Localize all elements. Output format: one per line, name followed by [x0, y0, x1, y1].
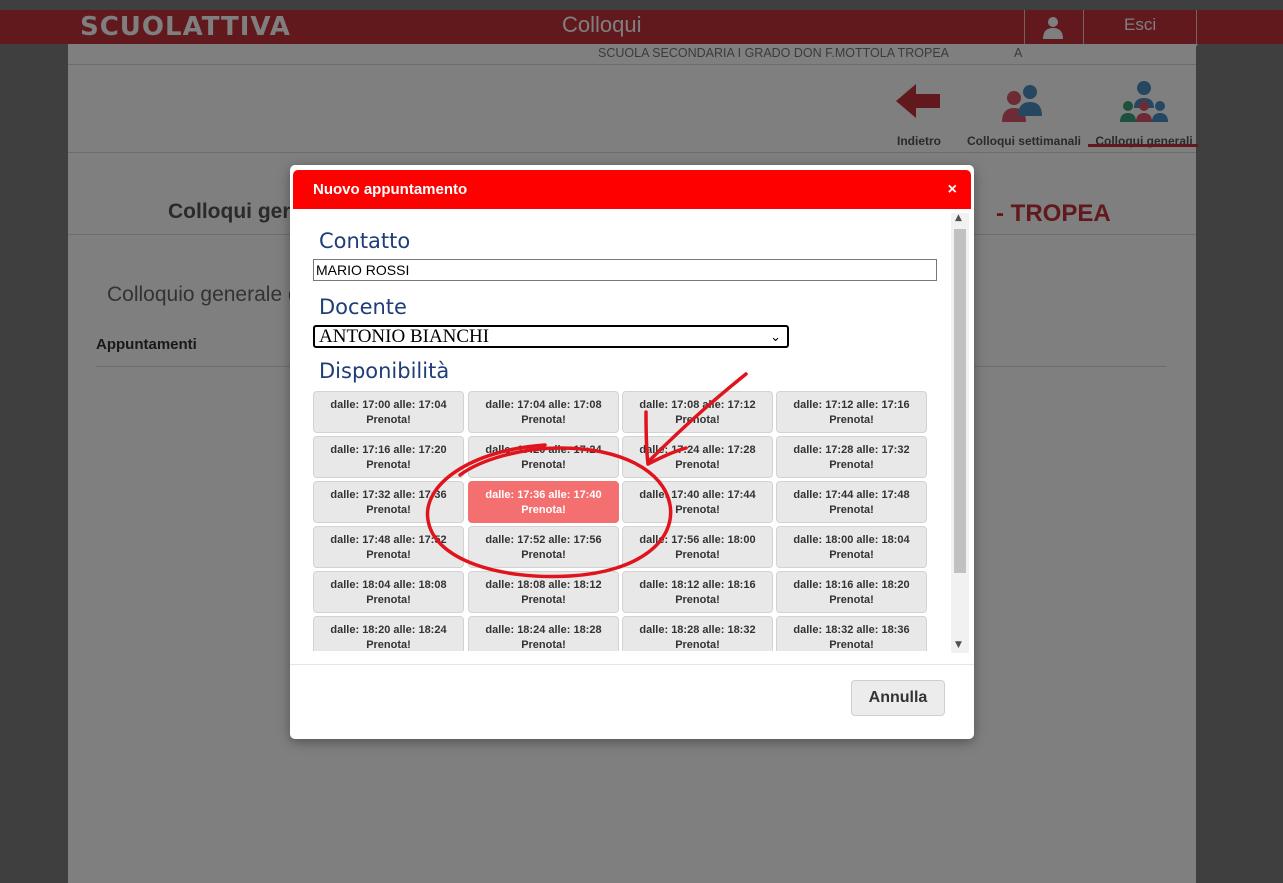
slot-time: dalle: 18:20 alle: 18:24	[330, 624, 447, 636]
slot-time: dalle: 17:44 alle: 17:48	[793, 489, 910, 501]
time-slot[interactable]: dalle: 17:20 alle: 17:24 Prenota!	[468, 436, 619, 478]
new-appointment-modal: Nuovo appuntamento × Contatto MARIO ROSS…	[290, 165, 974, 739]
teacher-select[interactable]: ANTONIO BIANCHI ⌄	[313, 325, 789, 348]
slot-book-label: Prenota!	[521, 639, 566, 651]
contact-field[interactable]: MARIO ROSSI	[313, 259, 937, 281]
slot-book-label: Prenota!	[829, 594, 874, 606]
time-slot[interactable]: dalle: 18:08 alle: 18:12 Prenota!	[468, 571, 619, 613]
slot-book-label: Prenota!	[366, 639, 411, 651]
slot-book-label: Prenota!	[521, 414, 566, 426]
slot-time: dalle: 17:00 alle: 17:04	[330, 399, 447, 411]
time-slot[interactable]: dalle: 17:04 alle: 17:08 Prenota!	[468, 391, 619, 433]
slot-book-label: Prenota!	[829, 504, 874, 516]
slot-book-label: Prenota!	[829, 549, 874, 561]
modal-title: Nuovo appuntamento	[313, 181, 468, 198]
slot-book-label: Prenota!	[366, 504, 411, 516]
time-slot[interactable]: dalle: 17:08 alle: 17:12 Prenota!	[622, 391, 773, 433]
time-slot[interactable]: dalle: 17:16 alle: 17:20 Prenota!	[313, 436, 464, 478]
time-slot[interactable]: dalle: 18:12 alle: 18:16 Prenota!	[622, 571, 773, 613]
time-slot[interactable]: dalle: 18:28 alle: 18:32 Prenota!	[622, 616, 773, 651]
time-slot[interactable]: dalle: 18:20 alle: 18:24 Prenota!	[313, 616, 464, 651]
time-slot[interactable]: dalle: 17:28 alle: 17:32 Prenota!	[776, 436, 927, 478]
slot-book-label: Prenota!	[366, 414, 411, 426]
chevron-down-icon: ⌄	[770, 330, 781, 345]
slot-book-label: Prenota!	[829, 639, 874, 651]
slot-time: dalle: 18:00 alle: 18:04	[793, 534, 910, 546]
time-slot[interactable]: dalle: 17:32 alle: 17:36 Prenota!	[313, 481, 464, 523]
scrollbar-thumb[interactable]	[954, 229, 966, 573]
slot-time: dalle: 17:08 alle: 17:12	[639, 399, 756, 411]
slot-time: dalle: 18:24 alle: 18:28	[485, 624, 602, 636]
slot-time: dalle: 17:12 alle: 17:16	[793, 399, 910, 411]
slot-book-label: Prenota!	[521, 504, 566, 516]
slot-book-label: Prenota!	[521, 549, 566, 561]
slot-time: dalle: 17:04 alle: 17:08	[485, 399, 602, 411]
slot-book-label: Prenota!	[675, 549, 720, 561]
slot-time: dalle: 17:24 alle: 17:28	[639, 444, 756, 456]
time-slot[interactable]: dalle: 18:00 alle: 18:04 Prenota!	[776, 526, 927, 568]
scroll-up-icon[interactable]: ▲	[955, 213, 962, 223]
slot-time: dalle: 17:56 alle: 18:00	[639, 534, 756, 546]
cancel-button[interactable]: Annulla	[851, 680, 945, 716]
slot-time: dalle: 17:48 alle: 17:52	[330, 534, 447, 546]
time-slot[interactable]: dalle: 17:12 alle: 17:16 Prenota!	[776, 391, 927, 433]
availability-label: Disponibilità	[319, 359, 450, 383]
time-slot[interactable]: dalle: 17:44 alle: 17:48 Prenota!	[776, 481, 927, 523]
time-slot[interactable]: dalle: 18:24 alle: 18:28 Prenota!	[468, 616, 619, 651]
slot-time: dalle: 18:28 alle: 18:32	[639, 624, 756, 636]
time-slot[interactable]: dalle: 18:04 alle: 18:08 Prenota!	[313, 571, 464, 613]
modal-header: Nuovo appuntamento ×	[293, 170, 971, 209]
time-slot[interactable]: dalle: 17:40 alle: 17:44 Prenota!	[622, 481, 773, 523]
time-slot[interactable]: dalle: 18:16 alle: 18:20 Prenota!	[776, 571, 927, 613]
scroll-down-icon[interactable]: ▼	[955, 640, 962, 650]
time-slot[interactable]: dalle: 18:32 alle: 18:36 Prenota!	[776, 616, 927, 651]
slot-book-label: Prenota!	[829, 414, 874, 426]
slot-book-label: Prenota!	[366, 459, 411, 471]
slot-time: dalle: 17:28 alle: 17:32	[793, 444, 910, 456]
time-slot[interactable]: dalle: 17:24 alle: 17:28 Prenota!	[622, 436, 773, 478]
slot-time: dalle: 18:16 alle: 18:20	[793, 579, 910, 591]
availability-grid: dalle: 17:00 alle: 17:04 Prenota! dalle: 1…	[313, 391, 953, 651]
slot-time: dalle: 18:32 alle: 18:36	[793, 624, 910, 636]
time-slot[interactable]: dalle: 17:48 alle: 17:52 Prenota!	[313, 526, 464, 568]
slot-time: dalle: 17:40 alle: 17:44	[639, 489, 756, 501]
slot-time: dalle: 17:52 alle: 17:56	[485, 534, 602, 546]
close-icon[interactable]: ×	[948, 181, 957, 199]
slot-book-label: Prenota!	[675, 594, 720, 606]
time-slot[interactable]: dalle: 17:52 alle: 17:56 Prenota!	[468, 526, 619, 568]
modal-body: Contatto MARIO ROSSI Docente ANTONIO BIA…	[293, 209, 971, 656]
slot-time: dalle: 17:32 alle: 17:36	[330, 489, 447, 501]
slot-book-label: Prenota!	[366, 594, 411, 606]
slot-time: dalle: 17:36 alle: 17:40	[485, 489, 602, 501]
slot-time: dalle: 18:04 alle: 18:08	[330, 579, 447, 591]
slot-book-label: Prenota!	[366, 549, 411, 561]
slot-book-label: Prenota!	[675, 504, 720, 516]
teacher-label: Docente	[319, 295, 407, 319]
slot-time: dalle: 18:12 alle: 18:16	[639, 579, 756, 591]
teacher-selected-value: ANTONIO BIANCHI	[319, 326, 490, 347]
slot-book-label: Prenota!	[521, 594, 566, 606]
time-slot-selected[interactable]: dalle: 17:36 alle: 17:40 Prenota!	[468, 481, 619, 523]
slot-time: dalle: 18:08 alle: 18:12	[485, 579, 602, 591]
contact-label: Contatto	[319, 229, 411, 253]
time-slot[interactable]: dalle: 17:00 alle: 17:04 Prenota!	[313, 391, 464, 433]
slot-book-label: Prenota!	[521, 459, 566, 471]
slot-book-label: Prenota!	[675, 414, 720, 426]
time-slot[interactable]: dalle: 17:56 alle: 18:00 Prenota!	[622, 526, 773, 568]
slot-book-label: Prenota!	[829, 459, 874, 471]
slot-time: dalle: 17:16 alle: 17:20	[330, 444, 447, 456]
slot-time: dalle: 17:20 alle: 17:24	[485, 444, 602, 456]
modal-footer-divider	[290, 664, 974, 665]
slot-book-label: Prenota!	[675, 639, 720, 651]
slot-book-label: Prenota!	[675, 459, 720, 471]
